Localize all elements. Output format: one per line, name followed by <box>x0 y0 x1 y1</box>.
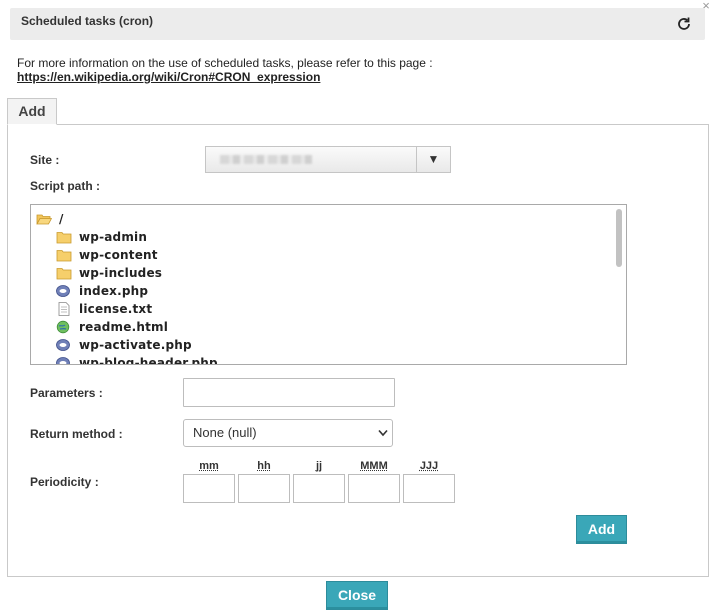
period-hour-header: hh <box>257 460 271 472</box>
folder-icon <box>56 268 72 280</box>
site-label: Site : <box>30 153 60 167</box>
php-file-icon <box>56 339 70 351</box>
parameters-label: Parameters : <box>30 386 103 400</box>
tab-add[interactable]: Add <box>7 98 57 125</box>
period-weekday-header: JJJ <box>419 460 439 472</box>
return-method-select[interactable]: None (null) <box>183 419 393 447</box>
refresh-icon[interactable] <box>676 16 692 32</box>
tree-item-index-php[interactable]: index.php <box>56 283 148 299</box>
period-day-header: jj <box>315 460 323 472</box>
add-button[interactable]: Add <box>576 515 627 544</box>
tree-item-readme-html[interactable]: readme.html <box>56 319 168 335</box>
script-path-tree[interactable]: / wp-admin wp-content wp-includes index.… <box>30 204 627 365</box>
period-day-input[interactable] <box>293 474 345 503</box>
period-minute-header: mm <box>199 460 219 472</box>
chevron-down-icon <box>378 429 388 437</box>
cron-wiki-link[interactable]: https://en.wikipedia.org/wiki/Cron#CRON_… <box>17 70 320 84</box>
folder-icon <box>56 250 72 262</box>
tree-item-label: readme.html <box>79 320 169 334</box>
script-path-label: Script path : <box>30 179 101 193</box>
folder-icon <box>56 232 72 244</box>
period-month-input[interactable] <box>348 474 400 503</box>
dropdown-arrow-icon[interactable]: ▼ <box>416 147 450 172</box>
tree-item-wp-content[interactable]: wp-content <box>56 247 158 263</box>
tree-item-wp-includes[interactable]: wp-includes <box>56 265 162 281</box>
info-text: For more information on the use of sched… <box>17 56 433 70</box>
return-method-value: None (null) <box>193 425 257 440</box>
tree-item-wp-admin[interactable]: wp-admin <box>56 229 147 245</box>
tree-item-label: index.php <box>79 284 149 298</box>
tree-item-label: license.txt <box>79 302 153 316</box>
tree-item-wp-activate-php[interactable]: wp-activate.php <box>56 337 192 353</box>
site-select[interactable]: ▼ <box>205 146 451 173</box>
close-button[interactable]: Close <box>326 581 388 610</box>
dialog-title-bar: Scheduled tasks (cron) <box>10 8 705 40</box>
tree-item-label: wp-activate.php <box>79 338 192 352</box>
period-weekday-input[interactable] <box>403 474 455 503</box>
return-method-label: Return method : <box>30 427 123 441</box>
tree-item-root[interactable]: / <box>36 211 64 227</box>
parameters-input[interactable] <box>183 378 395 407</box>
dialog-title: Scheduled tasks (cron) <box>21 14 154 28</box>
period-month-header: MMM <box>360 460 388 472</box>
tree-item-license-txt[interactable]: license.txt <box>56 301 152 317</box>
tree-item-label: wp-includes <box>79 266 163 280</box>
tree-item-label: wp-admin <box>79 230 148 244</box>
tree-item-label: / <box>59 212 64 226</box>
tree-scrollbar[interactable] <box>616 209 622 267</box>
text-file-icon <box>58 302 70 316</box>
folder-open-icon <box>36 214 52 225</box>
php-file-icon <box>56 357 70 364</box>
period-hour-input[interactable] <box>238 474 290 503</box>
html-file-icon <box>56 320 70 334</box>
periodicity-label: Periodicity : <box>30 475 99 489</box>
site-value-redacted <box>220 155 312 164</box>
tree-item-wp-blog-header-php[interactable]: wp-blog-header.php <box>56 355 218 365</box>
php-file-icon <box>56 285 70 297</box>
tree-item-label: wp-blog-header.php <box>79 356 218 365</box>
tree-item-label: wp-content <box>79 248 158 262</box>
period-minute-input[interactable] <box>183 474 235 503</box>
